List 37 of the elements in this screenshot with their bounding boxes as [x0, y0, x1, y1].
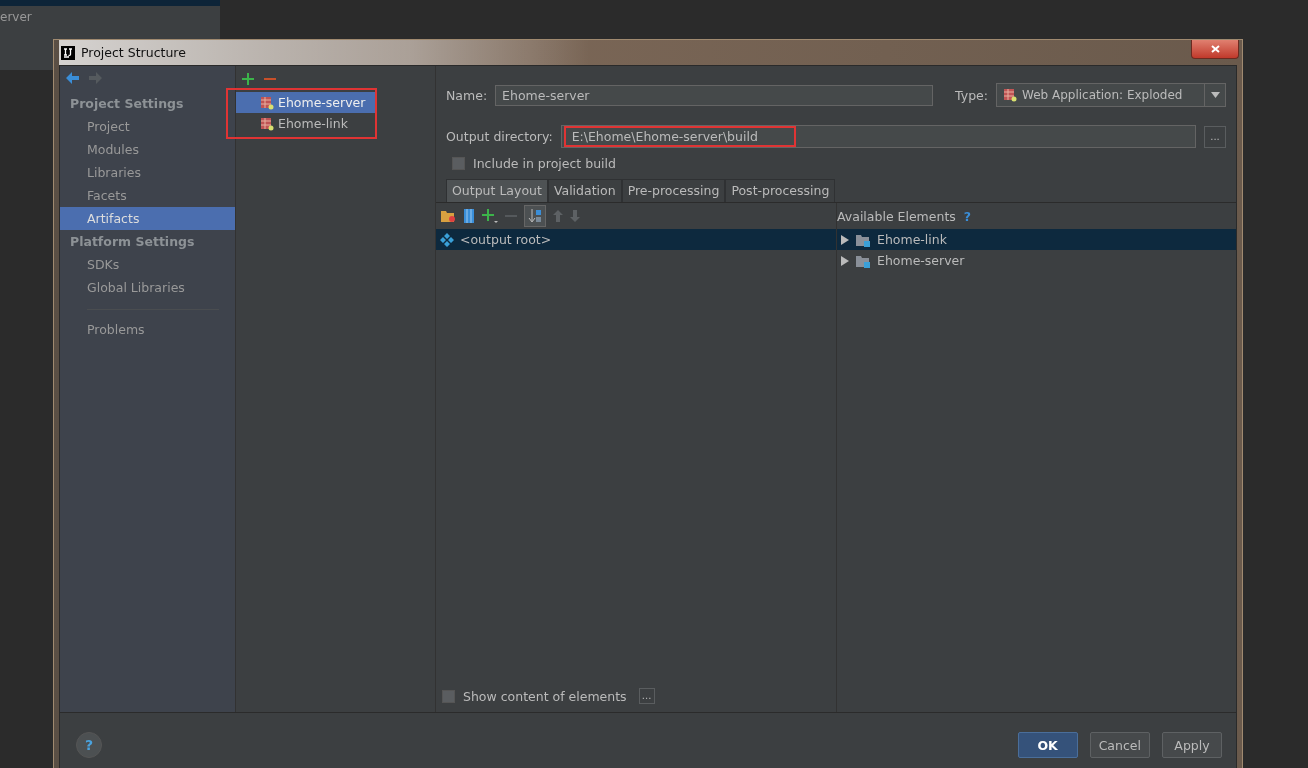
tree-row[interactable]: Ehome-link	[837, 229, 1236, 250]
dialog-button[interactable]: Apply	[1162, 732, 1222, 758]
name-field[interactable]: Ehome-server	[495, 84, 934, 106]
sidebar-item[interactable]: Modules	[60, 138, 235, 161]
browse-button[interactable]: ...	[1204, 125, 1226, 148]
artifact-item[interactable]: Ehome-server	[236, 92, 375, 113]
tab[interactable]: Validation	[547, 179, 622, 202]
ok-button[interactable]: OK	[1017, 732, 1078, 758]
type-dropdown[interactable]: Web Application: Exploded	[996, 83, 1226, 107]
tab[interactable]: Pre-processing	[621, 179, 726, 202]
artifact-item[interactable]: Ehome-link	[236, 113, 375, 134]
help-link[interactable]: ?	[963, 208, 972, 224]
tab[interactable]: Post-processing	[725, 179, 836, 202]
sidebar-item[interactable]: Facets	[60, 184, 235, 207]
sidebar-item[interactable]: Global Libraries	[60, 276, 235, 299]
tree-row[interactable]: <output root>	[436, 229, 836, 250]
field-label: Output directory:	[446, 129, 553, 144]
checkbox-label: Include in project build	[473, 156, 616, 171]
tab[interactable]: Output Layout	[446, 179, 548, 202]
tree-row[interactable]: Ehome-server	[837, 250, 1236, 271]
panel-title: Available Elements	[837, 208, 956, 224]
sidebar-item[interactable]: SDKs	[60, 253, 235, 276]
output-directory-field[interactable]: E:\Ehome\Ehome-server\build	[560, 125, 1196, 148]
sidebar-item[interactable]: Libraries	[60, 161, 235, 184]
sidebar-item[interactable]: Problems	[60, 318, 235, 341]
section-heading: Platform Settings	[69, 233, 196, 251]
dialog-button[interactable]: Cancel	[1089, 732, 1150, 758]
background-window-text: erver	[0, 10, 32, 24]
window-title: Project Structure	[81, 45, 186, 60]
more-button[interactable]: ...	[638, 688, 655, 704]
sidebar-item[interactable]: Artifacts	[60, 207, 235, 230]
field-label: Name:	[446, 87, 488, 103]
section-heading: Project Settings	[69, 95, 185, 113]
field-label: Type:	[955, 87, 988, 103]
checkbox-label: Show content of elements	[463, 688, 627, 704]
help-button[interactable]: ?	[76, 732, 102, 758]
sidebar-item[interactable]: Project	[60, 115, 235, 138]
